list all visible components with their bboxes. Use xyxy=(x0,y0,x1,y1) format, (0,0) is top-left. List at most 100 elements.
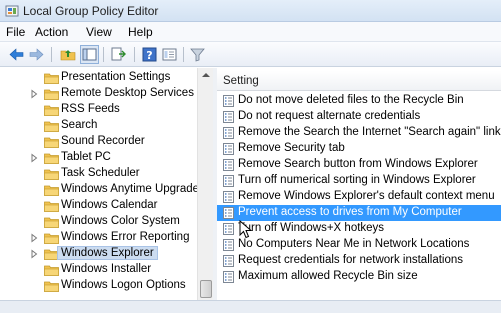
tree-item[interactable]: Sound Recorder xyxy=(8,134,208,150)
tree-item[interactable]: Windows Explorer xyxy=(8,246,208,262)
setting-row[interactable]: Prevent access to drives from My Compute… xyxy=(217,205,501,221)
setting-row[interactable]: Turn off numerical sorting in Windows Ex… xyxy=(217,173,501,189)
help-icon[interactable]: ? xyxy=(141,46,158,63)
export-list-icon[interactable] xyxy=(110,46,127,63)
settings-pane: Setting Do not move deleted files to the… xyxy=(217,68,501,300)
policy-setting-icon xyxy=(223,255,234,267)
setting-label: Do not request alternate credentials xyxy=(238,110,421,122)
policy-setting-icon xyxy=(223,111,234,123)
setting-row[interactable]: Turn off Windows+X hotkeys xyxy=(217,221,501,237)
column-header-label: Setting xyxy=(223,75,259,87)
setting-label: Remove Search button from Windows Explor… xyxy=(238,158,478,170)
folder-icon xyxy=(44,249,59,260)
tree-item-label: Windows Logon Options xyxy=(61,279,186,291)
tree-item[interactable]: Windows Anytime Upgrade xyxy=(8,182,208,198)
tree-item-label: RSS Feeds xyxy=(61,103,120,115)
policy-setting-icon xyxy=(223,95,234,107)
folder-icon xyxy=(44,185,59,196)
folder-icon xyxy=(44,137,59,148)
tree-item[interactable]: Windows Color System xyxy=(8,214,208,230)
tree-item[interactable]: Windows Calendar xyxy=(8,198,208,214)
tree-item[interactable]: Windows Installer xyxy=(8,262,208,278)
tree-item[interactable]: Remote Desktop Services xyxy=(8,86,208,102)
toolbar-separator xyxy=(51,47,52,62)
policy-setting-icon xyxy=(223,239,234,251)
setting-row[interactable]: Request credentials for network installa… xyxy=(217,253,501,269)
expand-arrow-icon[interactable] xyxy=(30,249,38,259)
folder-icon xyxy=(44,153,59,164)
setting-label: Remove Security tab xyxy=(238,142,345,154)
tree-item[interactable]: Search xyxy=(8,118,208,134)
tree-item[interactable]: Tablet PC xyxy=(8,150,208,166)
menu-file[interactable]: File xyxy=(6,25,25,39)
setting-row[interactable]: Remove Search button from Windows Explor… xyxy=(217,157,501,173)
tree-item[interactable]: Presentation Settings xyxy=(8,70,208,86)
show-hide-tree-icon[interactable] xyxy=(80,45,99,64)
setting-row[interactable]: Maximum allowed Recycle Bin size xyxy=(217,269,501,285)
folder-icon xyxy=(44,73,59,84)
folder-icon xyxy=(44,265,59,276)
policy-setting-icon xyxy=(223,127,234,139)
mouse-cursor-icon xyxy=(239,220,253,239)
tree-item[interactable]: Task Scheduler xyxy=(8,166,208,182)
tree-item-label: Remote Desktop Services xyxy=(61,87,194,99)
setting-column-header[interactable]: Setting xyxy=(217,71,501,91)
group-policy-app-icon xyxy=(5,5,19,17)
policy-setting-icon xyxy=(223,175,234,187)
tree-item-label: Windows Calendar xyxy=(61,199,158,211)
tree-item-label: Windows Color System xyxy=(61,215,180,227)
setting-label: Do not move deleted files to the Recycle… xyxy=(238,94,464,106)
policy-setting-icon xyxy=(223,191,234,203)
toolbar-separator xyxy=(103,47,104,62)
expand-arrow-icon[interactable] xyxy=(30,89,38,99)
policy-setting-icon xyxy=(223,207,234,219)
toolbar-separator xyxy=(183,47,184,62)
window-title: Local Group Policy Editor xyxy=(23,4,159,18)
title-bar: Local Group Policy Editor xyxy=(0,0,501,22)
properties-icon[interactable] xyxy=(161,46,178,63)
tree-item[interactable]: RSS Feeds xyxy=(8,102,208,118)
setting-row[interactable]: Remove Security tab xyxy=(217,141,501,157)
folder-icon xyxy=(44,89,59,100)
folder-icon xyxy=(44,233,59,244)
policy-setting-icon xyxy=(223,143,234,155)
scroll-up-icon[interactable] xyxy=(201,71,211,79)
scrollbar-thumb[interactable] xyxy=(200,280,212,298)
menu-bar: File Action View Help xyxy=(0,22,501,42)
tree-item-label: Presentation Settings xyxy=(61,71,171,83)
up-folder-icon[interactable] xyxy=(60,46,77,63)
folder-icon xyxy=(44,281,59,292)
setting-label: Remove the Search the Internet "Search a… xyxy=(238,126,501,138)
forward-icon[interactable] xyxy=(28,46,45,63)
menu-action[interactable]: Action xyxy=(35,25,68,39)
filter-icon[interactable] xyxy=(189,46,206,63)
setting-row[interactable]: Do not move deleted files to the Recycle… xyxy=(217,93,501,109)
folder-icon xyxy=(44,217,59,228)
tree-item-label: Tablet PC xyxy=(61,151,111,163)
policy-setting-icon xyxy=(223,223,234,235)
tree-item[interactable]: Windows Error Reporting xyxy=(8,230,208,246)
back-icon[interactable] xyxy=(8,46,25,63)
tree-scrollbar[interactable] xyxy=(197,68,213,300)
svg-text:?: ? xyxy=(146,49,152,62)
setting-row[interactable]: Do not request alternate credentials xyxy=(217,109,501,125)
tree-item[interactable]: Windows Logon Options xyxy=(8,278,208,294)
tree-item-label: Search xyxy=(61,119,98,131)
toolbar: ? xyxy=(0,42,501,67)
setting-label: No Computers Near Me in Network Location… xyxy=(238,238,470,250)
setting-row[interactable]: Remove the Search the Internet "Search a… xyxy=(217,125,501,141)
tree-item-label: Windows Error Reporting xyxy=(61,231,190,243)
tree-item-label: Windows Installer xyxy=(61,263,152,275)
toolbar-separator xyxy=(134,47,135,62)
setting-label: Turn off Windows+X hotkeys xyxy=(238,222,385,234)
expand-arrow-icon[interactable] xyxy=(30,153,38,163)
tree-item-label: Windows Explorer xyxy=(57,246,158,260)
setting-label: Turn off numerical sorting in Windows Ex… xyxy=(238,174,476,186)
setting-row[interactable]: Remove Windows Explorer's default contex… xyxy=(217,189,501,205)
expand-arrow-icon[interactable] xyxy=(30,233,38,243)
policy-setting-icon xyxy=(223,159,234,171)
menu-view[interactable]: View xyxy=(86,25,112,39)
menu-help[interactable]: Help xyxy=(128,25,153,39)
setting-row[interactable]: No Computers Near Me in Network Location… xyxy=(217,237,501,253)
folder-icon xyxy=(44,201,59,212)
